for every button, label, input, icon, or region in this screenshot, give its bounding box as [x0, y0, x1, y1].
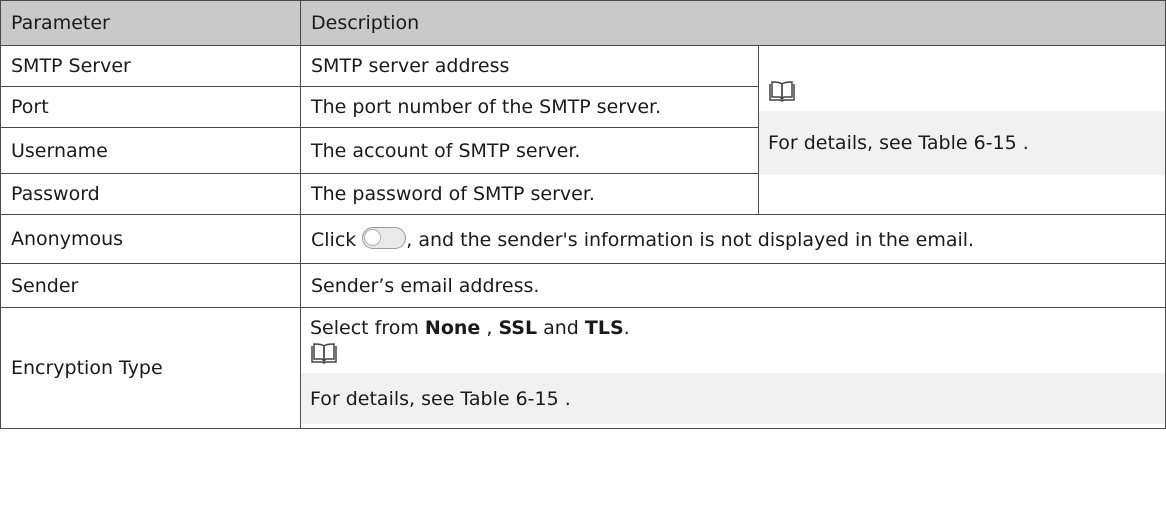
enc-option-ssl: SSL: [498, 317, 538, 339]
param-smtp-server: SMTP Server: [0, 45, 301, 87]
enc-period: .: [623, 317, 630, 339]
desc-port: The port number of the SMTP server.: [300, 86, 759, 128]
desc-username: The account of SMTP server.: [300, 127, 759, 174]
merged-note-cell: For details, see Table 6-15 .: [758, 45, 1166, 215]
param-password: Password: [0, 173, 301, 215]
desc-password: The password of SMTP server.: [300, 173, 759, 215]
table-row: Encryption Type Select from None , SSL a…: [0, 307, 1166, 429]
note-text: For details, see Table 6-15 .: [759, 111, 1165, 175]
param-port: Port: [0, 86, 301, 128]
enc-intro: Select from: [310, 317, 419, 339]
table-header-row: Parameter Description: [0, 0, 1166, 46]
param-encryption-type: Encryption Type: [0, 307, 301, 429]
header-parameter: Parameter: [0, 0, 301, 46]
parameter-table: Parameter Description SMTP Server SMTP s…: [0, 0, 1166, 429]
toggle-switch-icon: [362, 227, 407, 249]
enc-option-tls: TLS: [584, 317, 624, 339]
desc-encryption-type: Select from None , SSL and TLS. For deta…: [300, 307, 1166, 429]
table-row: Sender Sender’s email address.: [0, 263, 1166, 308]
enc-and: and: [543, 317, 579, 339]
table-row: SMTP Server SMTP server address For deta…: [0, 45, 1166, 215]
enc-option-none: None: [424, 317, 481, 339]
enc-note-text: For details, see Table 6-15 .: [301, 373, 1165, 424]
table-row: Anonymous Click , and the sender's inform…: [0, 214, 1166, 264]
anonymous-click-text: Click: [311, 229, 357, 251]
param-anonymous: Anonymous: [0, 214, 301, 264]
enc-sep: ,: [486, 317, 493, 339]
book-icon: [301, 339, 1165, 369]
header-description: Description: [300, 0, 1166, 46]
desc-anonymous: Click , and the sender's information is n…: [300, 214, 1166, 264]
anonymous-rest-text: , and the sender's information is not di…: [406, 229, 975, 251]
param-sender: Sender: [0, 263, 301, 308]
book-icon: [759, 77, 1165, 107]
desc-sender: Sender’s email address.: [300, 263, 1166, 308]
param-username: Username: [0, 127, 301, 174]
desc-smtp-server: SMTP server address: [300, 45, 759, 87]
encryption-options-line: Select from None , SSL and TLS.: [301, 308, 1165, 339]
